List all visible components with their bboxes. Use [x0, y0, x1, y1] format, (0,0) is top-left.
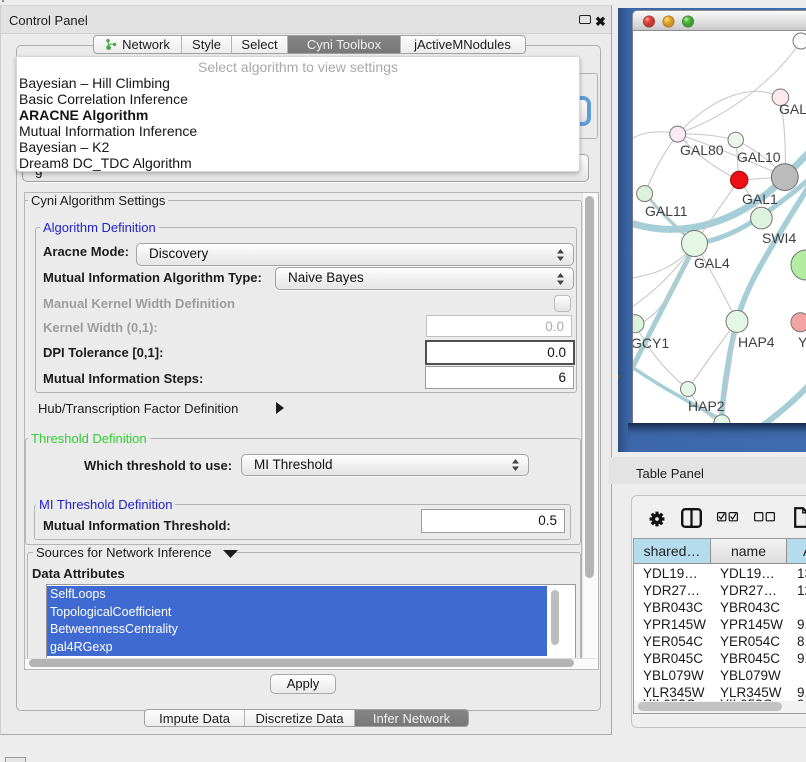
- svg-text:GAL4: GAL4: [694, 255, 730, 271]
- svg-text:Y: Y: [798, 334, 806, 350]
- svg-text:GAL1: GAL1: [742, 191, 778, 207]
- svg-text:SWI4: SWI4: [762, 230, 796, 246]
- svg-text:GAL10: GAL10: [737, 149, 781, 165]
- svg-text:GAL80: GAL80: [680, 142, 724, 158]
- svg-text:GCY1: GCY1: [633, 335, 669, 351]
- svg-text:HAP2: HAP2: [688, 398, 725, 414]
- svg-text:GAL7: GAL7: [779, 101, 806, 117]
- svg-text:HAP4: HAP4: [738, 334, 775, 350]
- svg-text:GAL11: GAL11: [645, 203, 688, 219]
